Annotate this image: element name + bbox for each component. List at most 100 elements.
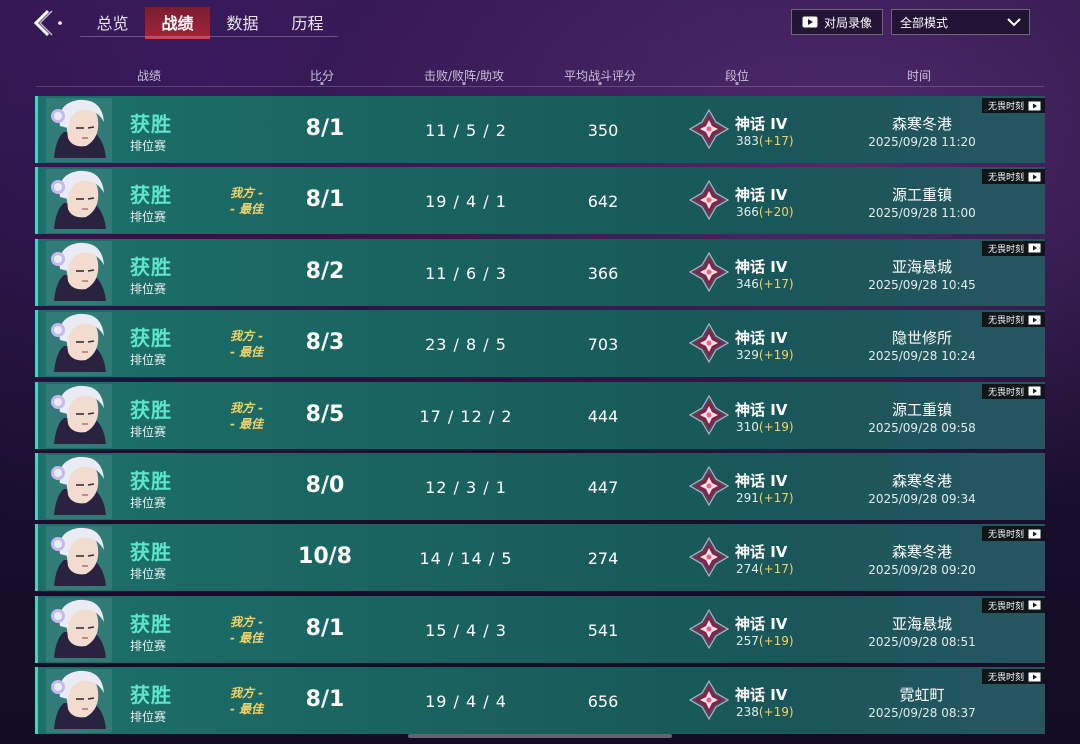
match-kda-text: 15 / 4 / 3 [425, 620, 507, 640]
match-row[interactable]: 获胜 排位赛 8/0 12 / 3 / 1 447 神话 IV 291(+17)… [35, 452, 1045, 520]
rank-mythic-icon [689, 680, 729, 721]
match-score-text: 8/3 [305, 330, 345, 356]
match-date-text: 2025/09/28 10:45 [868, 277, 976, 292]
match-mode: 排位赛 [130, 139, 167, 153]
tab-journey[interactable]: 历程 [275, 7, 340, 37]
match-kda-text: 19 / 4 / 1 [425, 192, 507, 212]
best-badge-line1: 我方 - [230, 186, 264, 201]
horizontal-scrollbar[interactable] [408, 734, 672, 738]
match-row[interactable]: 获胜 排位赛 我方 - - 最佳 8/3 23 / 8 / 5 703 神话 I… [35, 310, 1045, 378]
match-mode: 排位赛 [130, 424, 167, 439]
rank-points-delta: (+17) [758, 276, 794, 291]
table-header-divider [36, 86, 1044, 87]
agent-avatar [46, 454, 112, 519]
match-score-text: 8/1 [305, 687, 345, 713]
match-replay-label: 对局录像 [823, 15, 872, 30]
rank-points: 291(+17) [736, 491, 794, 505]
match-result: 获胜 [130, 468, 172, 493]
match-mode: 排位赛 [130, 495, 167, 510]
tab-data[interactable]: 数据 [210, 7, 275, 37]
match-date-text: 2025/09/28 09:20 [868, 563, 976, 578]
agent-avatar [46, 98, 112, 162]
rank-points: 329(+19) [736, 348, 794, 362]
highlight-moment-tag[interactable]: 无畏时刻 [981, 669, 1045, 685]
match-kda-text: 11 / 5 / 2 [425, 121, 507, 140]
rank-points-value: 291 [736, 490, 759, 505]
mode-select-value: 全部模式 [900, 15, 949, 30]
match-kda-text: 23 / 8 / 5 [425, 335, 507, 355]
main-tabs: 总览 战绩 数据 历程 [80, 7, 340, 39]
highlight-moment-tag[interactable]: 无畏时刻 [981, 597, 1045, 613]
match-date-text: 2025/09/28 11:20 [868, 135, 976, 149]
rank-points-value: 346 [736, 276, 759, 291]
highlight-moment-tag[interactable]: 无畏时刻 [981, 98, 1045, 113]
col-tick [462, 82, 466, 85]
agent-avatar [46, 240, 112, 305]
best-badge-line1: 我方 - [230, 329, 264, 344]
match-date-text: 2025/09/28 08:37 [868, 706, 976, 721]
highlight-moment-tag[interactable]: 无畏时刻 [981, 383, 1045, 399]
match-kda-text: 12 / 3 / 1 [425, 477, 507, 497]
match-row[interactable]: 获胜 排位赛 8/1 11 / 5 / 2 350 神话 IV 383(+17)… [35, 96, 1045, 163]
match-rating-text: 703 [587, 335, 619, 355]
best-badge-line2: - 最佳 [230, 416, 264, 431]
match-date-text: 2025/09/28 10:24 [868, 349, 976, 364]
match-mode: 排位赛 [130, 710, 167, 725]
best-badge-line1: 我方 - [230, 686, 264, 701]
rank-mythic-icon [689, 180, 729, 221]
best-badge-line2: - 最佳 [230, 345, 264, 360]
highlight-moment-tag[interactable]: 无畏时刻 [981, 526, 1045, 542]
rank-points-delta: (+19) [758, 633, 794, 648]
match-result: 获胜 [130, 683, 172, 708]
match-mode: 排位赛 [130, 638, 167, 653]
match-replay-button[interactable]: 对局录像 [791, 9, 883, 35]
match-map-text: 隐世修所 [891, 329, 953, 348]
match-row[interactable]: 获胜 排位赛 我方 - - 最佳 8/5 17 / 12 / 2 444 神话 … [35, 381, 1045, 449]
match-row[interactable]: 获胜 排位赛 我方 - - 最佳 8/1 19 / 4 / 4 656 神话 I… [35, 667, 1045, 735]
highlight-moment-tag[interactable]: 无畏时刻 [981, 312, 1045, 328]
best-player-badge: 我方 - - 最佳 [230, 185, 263, 217]
match-map-text: 亚海悬城 [891, 614, 953, 633]
agent-avatar [46, 597, 112, 662]
match-row[interactable]: 获胜 排位赛 我方 - - 最佳 8/1 15 / 4 / 3 541 神话 I… [35, 595, 1045, 663]
match-rating-text: 444 [587, 406, 619, 426]
match-map-text: 森寒冬港 [891, 543, 953, 562]
match-rating-text: 642 [587, 192, 619, 212]
rank-points-value: 238 [736, 705, 759, 720]
match-date-text: 2025/09/28 11:00 [868, 206, 976, 221]
match-kda-text: 11 / 6 / 3 [425, 263, 507, 283]
rank-name: 神话 IV [735, 115, 788, 133]
match-row[interactable]: 获胜 排位赛 我方 - - 最佳 8/1 19 / 4 / 1 642 神话 I… [35, 167, 1045, 235]
match-row[interactable]: 获胜 排位赛 8/2 11 / 6 / 3 366 神话 IV 346(+17)… [35, 238, 1045, 306]
highlight-moment-tag[interactable]: 无畏时刻 [981, 240, 1045, 256]
rank-points: 310(+19) [736, 420, 794, 434]
match-result: 获胜 [130, 183, 172, 208]
match-map-text: 源工重镇 [891, 400, 953, 419]
rank-name: 神话 IV [735, 543, 788, 562]
match-mode: 排位赛 [130, 210, 167, 225]
highlight-moment-tag[interactable]: 无畏时刻 [981, 169, 1045, 185]
rank-points: 346(+17) [736, 277, 794, 291]
match-score-text: 8/2 [305, 258, 345, 284]
tab-match-history[interactable]: 战绩 [145, 7, 210, 39]
best-badge-line1: 我方 - [230, 614, 264, 629]
match-result: 获胜 [130, 540, 172, 565]
back-button[interactable] [30, 6, 70, 40]
film-icon [1028, 315, 1041, 325]
rank-name: 神话 IV [735, 614, 788, 633]
mode-select[interactable]: 全部模式 [891, 9, 1030, 35]
match-rating-text: 350 [587, 121, 619, 140]
agent-avatar [46, 169, 112, 234]
film-icon [1028, 172, 1041, 182]
col-header-record: 战绩 [136, 69, 162, 83]
match-rating-text: 274 [587, 549, 619, 569]
best-player-badge: 我方 - - 最佳 [230, 614, 263, 646]
match-row[interactable]: 获胜 排位赛 10/8 14 / 14 / 5 274 神话 IV 274(+1… [35, 524, 1045, 592]
match-map-text: 霓虹町 [899, 686, 945, 705]
match-result: 获胜 [130, 326, 172, 351]
rank-name: 神话 IV [735, 400, 788, 419]
agent-avatar [46, 669, 112, 734]
rank-points: 238(+19) [736, 705, 794, 719]
match-map-text: 源工重镇 [891, 186, 953, 205]
tab-overview[interactable]: 总览 [80, 7, 145, 37]
